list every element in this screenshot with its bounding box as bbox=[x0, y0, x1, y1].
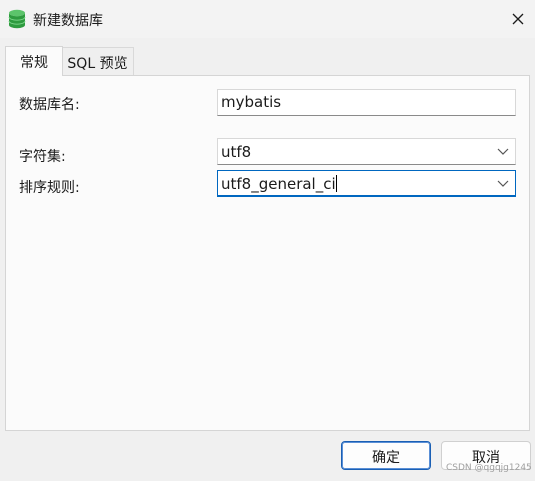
general-panel bbox=[5, 75, 530, 431]
chevron-down-icon bbox=[497, 180, 509, 187]
chevron-down-icon bbox=[497, 148, 509, 155]
watermark: CSDN @qgqjg1245 bbox=[446, 463, 532, 473]
collation-select[interactable]: utf8_general_ci bbox=[217, 170, 516, 197]
charset-value: utf8 bbox=[221, 143, 252, 161]
db-name-label: 数据库名: bbox=[19, 97, 80, 113]
ok-button[interactable]: 确定 bbox=[341, 441, 431, 470]
charset-select[interactable]: utf8 bbox=[217, 138, 516, 165]
collation-label: 排序规则: bbox=[19, 180, 80, 196]
db-name-value: mybatis bbox=[221, 93, 282, 111]
database-icon bbox=[8, 9, 26, 29]
title-bar: 新建数据库 bbox=[0, 0, 535, 38]
charset-label: 字符集: bbox=[19, 149, 66, 165]
db-name-input[interactable]: mybatis bbox=[217, 89, 516, 116]
tab-sql-preview[interactable]: SQL 预览 bbox=[62, 47, 134, 75]
collation-value: utf8_general_ci bbox=[221, 175, 336, 193]
new-database-dialog: 新建数据库 常规 SQL 预览 数据库名: mybatis 字符集: utf8 … bbox=[0, 0, 535, 481]
close-icon bbox=[512, 13, 524, 25]
close-button[interactable] bbox=[502, 4, 534, 34]
tab-general[interactable]: 常规 bbox=[5, 46, 63, 76]
text-caret bbox=[335, 175, 337, 192]
window-title: 新建数据库 bbox=[33, 13, 103, 29]
